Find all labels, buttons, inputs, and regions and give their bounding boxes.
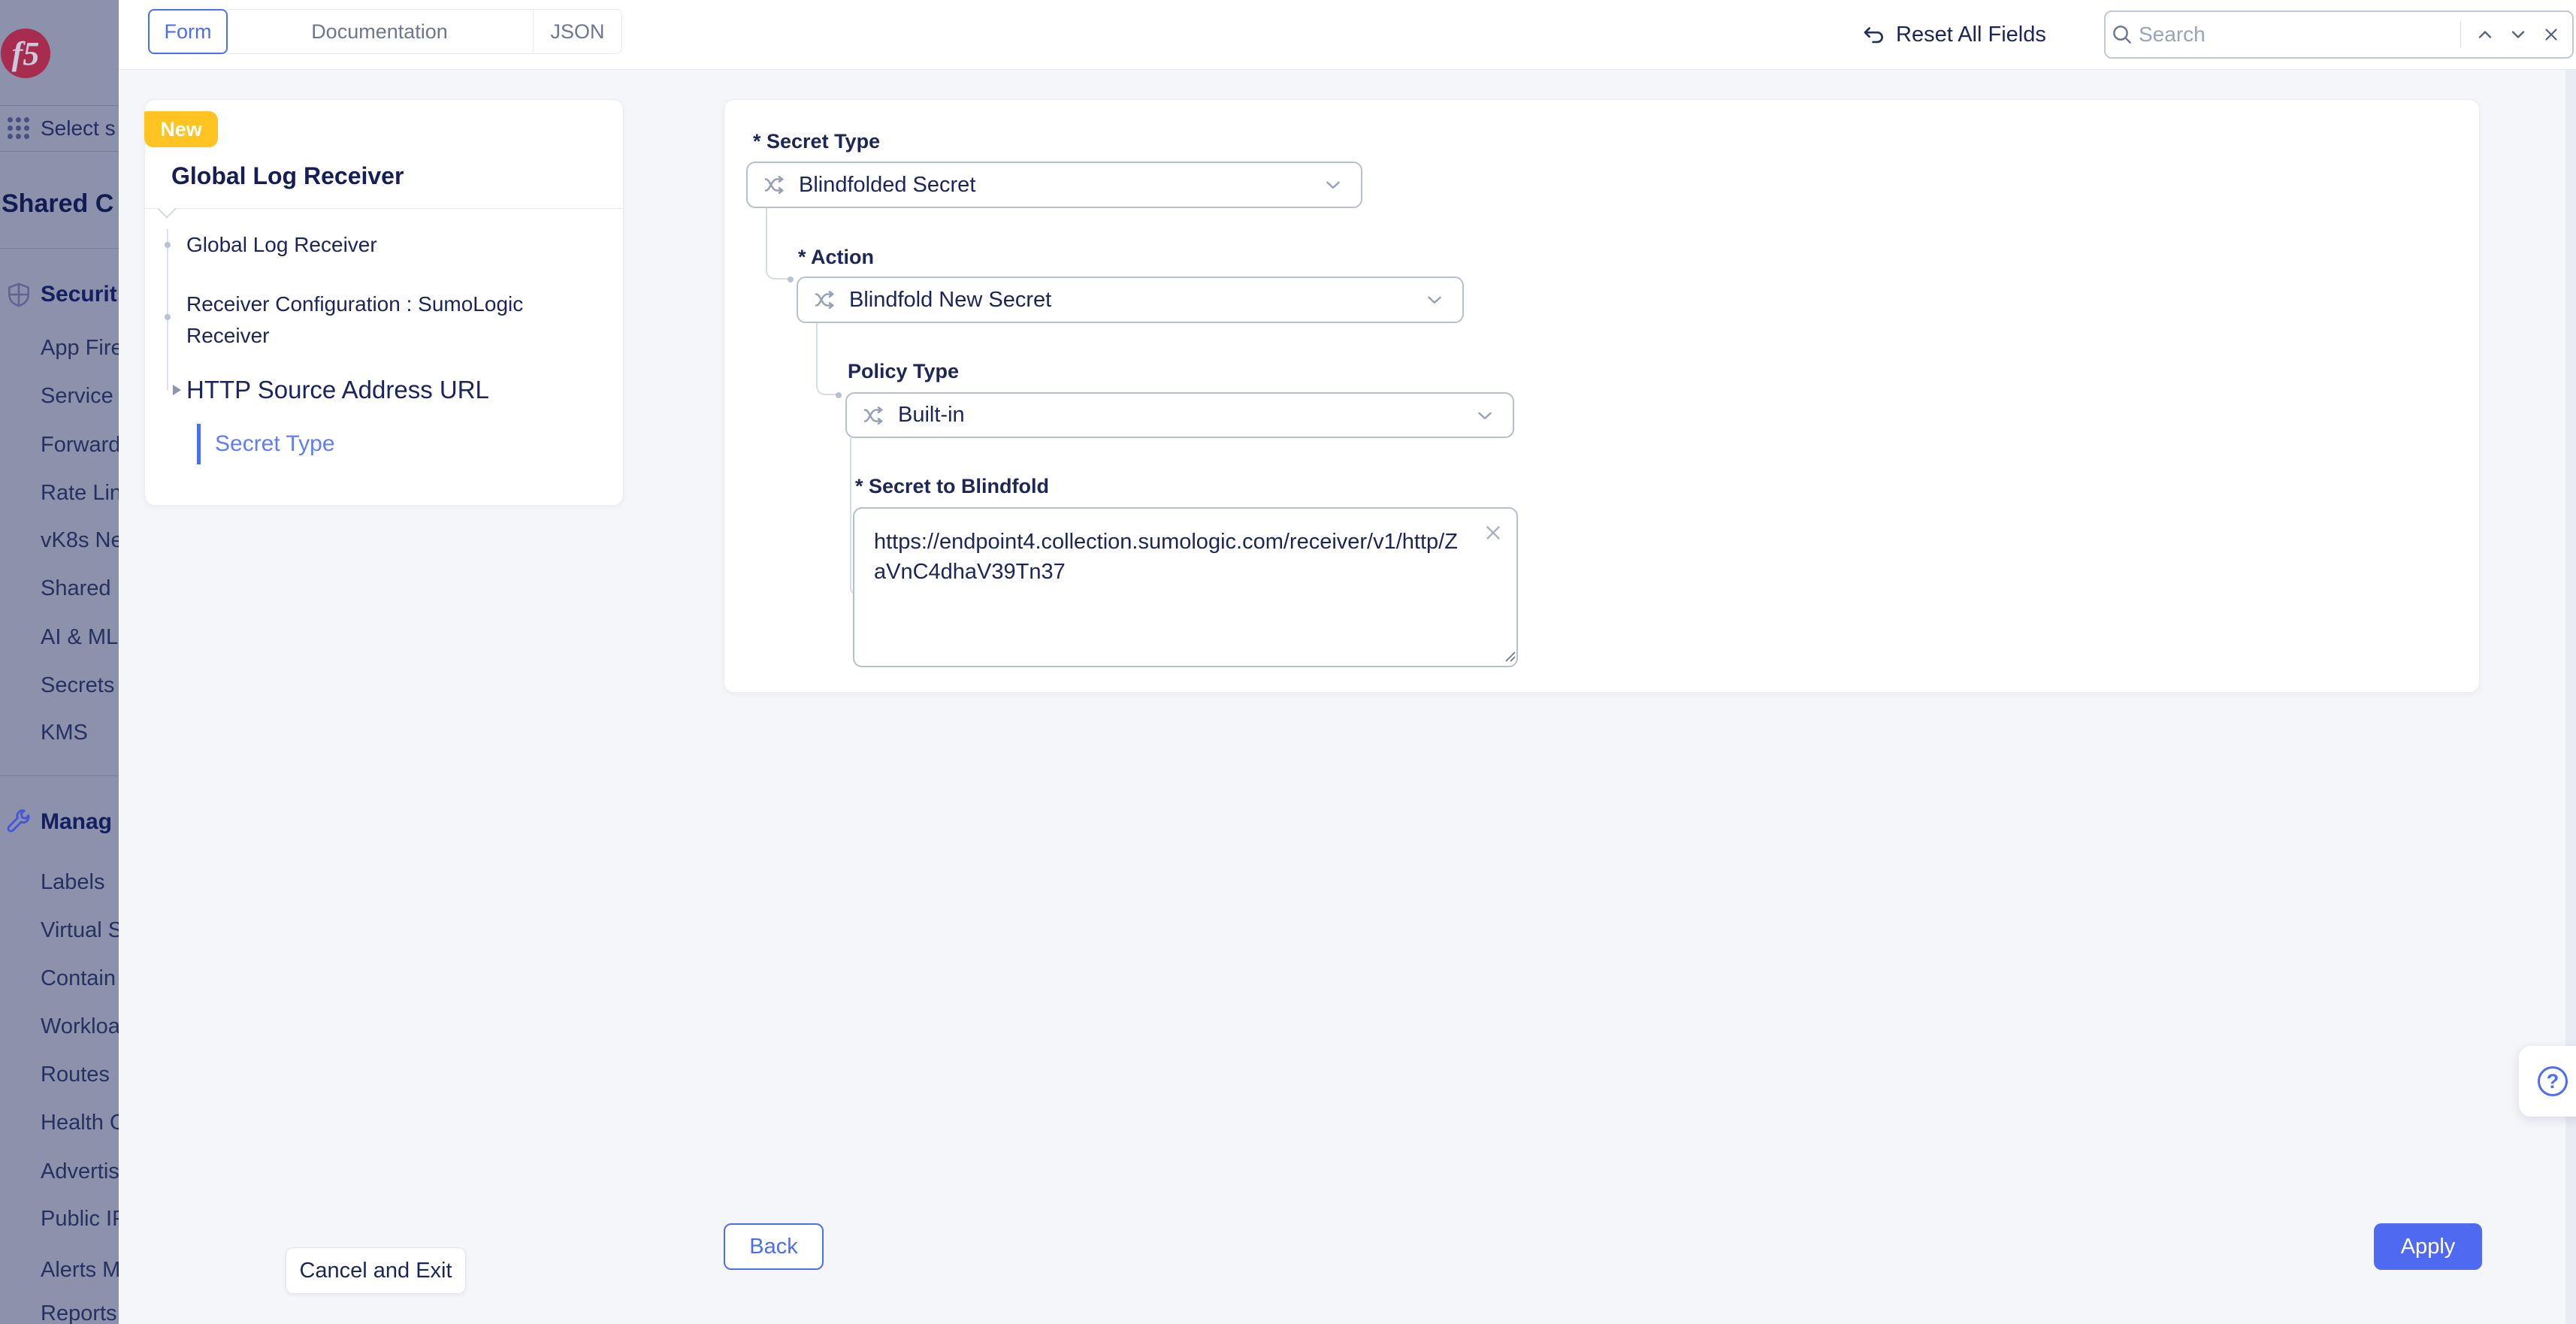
sidebar-item-advertise[interactable]: Advertis xyxy=(41,1156,119,1186)
policy-type-label: Policy Type xyxy=(848,358,959,385)
cancel-and-exit-button[interactable]: Cancel and Exit xyxy=(286,1247,466,1294)
sidebar-item-routes[interactable]: Routes xyxy=(41,1060,110,1090)
resize-handle-icon[interactable] xyxy=(1503,649,1516,667)
secret-type-value: Blindfolded Secret xyxy=(799,173,1322,198)
sidebar-item-alerts[interactable]: Alerts M xyxy=(41,1255,119,1285)
search-icon xyxy=(2106,23,2139,47)
sidebar-item-workloads[interactable]: Workloa xyxy=(41,1011,119,1041)
apply-button[interactable]: Apply xyxy=(2374,1223,2482,1270)
sidebar-section-security[interactable]: Securit xyxy=(5,278,117,311)
sidebar-item-service[interactable]: Service xyxy=(41,381,113,411)
connector-line xyxy=(816,323,836,395)
page-scrollbar[interactable] xyxy=(2565,70,2576,1324)
connector-dot xyxy=(836,392,842,398)
sidebar-section-label: Manag xyxy=(41,809,112,835)
reset-all-fields-label: Reset All Fields xyxy=(1896,23,2046,47)
wizard-step-global-log-receiver[interactable]: Global Log Receiver xyxy=(186,230,377,260)
tree-dot xyxy=(165,314,171,320)
action-select[interactable]: Blindfold New Secret xyxy=(797,277,1464,323)
help-button[interactable]: ? xyxy=(2519,1046,2576,1117)
action-label: * Action xyxy=(798,243,874,271)
sidebar-item-public-ip[interactable]: Public IP xyxy=(41,1204,119,1234)
chevron-down-icon xyxy=(1423,289,1446,311)
tree-dot xyxy=(165,242,171,248)
f5-logo[interactable]: f5 xyxy=(1,29,50,78)
sidebar-item-secrets[interactable]: Secrets xyxy=(41,670,114,700)
sidebar-item-labels[interactable]: Labels xyxy=(41,867,104,897)
wizard-tree-line xyxy=(167,229,168,390)
sidebar: f5 Select s Shared C Securit App Fire Se… xyxy=(0,0,119,1324)
wizard-title: Global Log Receiver xyxy=(171,162,404,190)
sidebar-item-forward[interactable]: Forward xyxy=(41,430,119,460)
wizard-step-http-source-address-url[interactable]: HTTP Source Address URL xyxy=(186,374,489,406)
app-grid-icon xyxy=(8,117,30,140)
secret-to-blindfold-label: * Secret to Blindfold xyxy=(855,473,1049,500)
reset-icon xyxy=(1861,22,1887,47)
shield-icon xyxy=(5,280,33,309)
sidebar-item-rate-limit[interactable]: Rate Lin xyxy=(41,478,119,508)
sidebar-section-label: Securit xyxy=(41,282,117,307)
connector-dot xyxy=(788,277,794,283)
clear-field-icon[interactable] xyxy=(1482,521,1504,550)
shuffle-icon xyxy=(812,286,839,313)
select-service-row[interactable]: Select s xyxy=(0,105,119,152)
secret-to-blindfold-textarea[interactable]: https://endpoint4.collection.sumologic.c… xyxy=(854,509,1516,666)
sidebar-item-kms[interactable]: KMS xyxy=(41,718,88,748)
select-service-label: Select s xyxy=(41,116,116,141)
chevron-down-icon xyxy=(1474,404,1496,427)
wizard-divider xyxy=(144,208,624,209)
wizard-step-receiver-configuration[interactable]: Receiver Configuration : SumoLogic Recei… xyxy=(186,289,577,352)
sidebar-item-containers[interactable]: Contain xyxy=(41,963,116,993)
tab-json[interactable]: JSON xyxy=(533,9,622,54)
tab-form[interactable]: Form xyxy=(148,9,228,54)
secret-to-blindfold-field: https://endpoint4.collection.sumologic.c… xyxy=(853,507,1518,667)
search-divider xyxy=(2460,22,2461,47)
reset-all-fields-button[interactable]: Reset All Fields xyxy=(1861,14,2046,56)
sidebar-item-vk8s[interactable]: vK8s Ne xyxy=(41,525,119,555)
secret-type-label: * Secret Type xyxy=(753,128,880,155)
sidebar-item-health[interactable]: Health C xyxy=(41,1108,119,1138)
back-button[interactable]: Back xyxy=(724,1223,824,1270)
tab-documentation[interactable]: Documentation xyxy=(226,9,534,54)
shuffle-icon xyxy=(761,171,788,198)
sidebar-item-shared[interactable]: Shared xyxy=(41,573,111,603)
shuffle-icon xyxy=(860,402,887,429)
search-next-icon[interactable] xyxy=(2502,24,2535,45)
workspace-title: Shared C xyxy=(2,189,113,219)
secret-type-select[interactable]: Blindfolded Secret xyxy=(746,162,1362,208)
search-prev-icon[interactable] xyxy=(2469,24,2502,45)
modal-top-bar: Form Documentation JSON Reset All Fields xyxy=(119,0,2576,70)
policy-type-value: Built-in xyxy=(898,403,1474,428)
active-section-bar xyxy=(197,424,201,464)
sidebar-item-app-firewall[interactable]: App Fire xyxy=(41,333,119,363)
new-badge: New xyxy=(144,111,218,147)
sidebar-divider xyxy=(0,775,119,776)
policy-type-select[interactable]: Built-in xyxy=(845,392,1514,438)
sidebar-item-reports[interactable]: Reports xyxy=(41,1298,117,1324)
current-step-arrow-icon xyxy=(173,385,181,395)
sidebar-item-virtual[interactable]: Virtual S xyxy=(41,915,119,945)
sidebar-item-ai-ml[interactable]: AI & ML xyxy=(41,622,118,652)
search-input[interactable] xyxy=(2139,23,2453,47)
chevron-down-icon xyxy=(1322,174,1344,196)
search-close-icon[interactable] xyxy=(2535,25,2568,44)
view-tabs: Form Documentation JSON xyxy=(148,9,622,54)
search-box xyxy=(2104,11,2574,59)
sidebar-section-manage[interactable]: Manag xyxy=(5,806,112,839)
connector-line xyxy=(766,208,788,280)
action-value: Blindfold New Secret xyxy=(849,288,1423,313)
help-question-icon: ? xyxy=(2538,1066,2568,1096)
wrench-icon xyxy=(5,808,33,836)
sidebar-divider xyxy=(0,248,119,249)
wizard-active-section-secret-type[interactable]: Secret Type xyxy=(215,428,335,460)
